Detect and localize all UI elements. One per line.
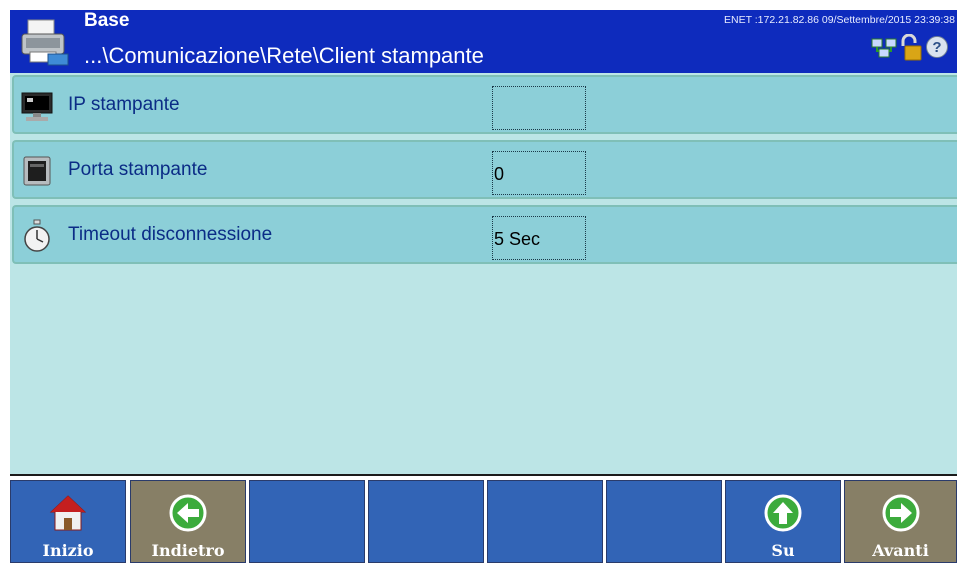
printer-port-field[interactable]: 0 xyxy=(492,151,586,195)
breadcrumb: ...\Comunicazione\Rete\Client stampante xyxy=(84,43,484,68)
printer-ip-field[interactable] xyxy=(492,86,586,130)
settings-list: IP stampante Porta stampante 0 Timeout d… xyxy=(10,73,957,474)
softkey-empty-3[interactable] xyxy=(249,480,365,563)
unlock-icon[interactable] xyxy=(899,34,923,62)
arrow-up-icon xyxy=(764,494,802,532)
softkey-empty-5[interactable] xyxy=(487,480,603,563)
status-icons: ? xyxy=(871,32,951,62)
row-label: Porta stampante xyxy=(68,159,208,180)
row-timeout[interactable]: Timeout disconnessione 5 Sec xyxy=(12,205,957,264)
port-icon xyxy=(23,156,51,186)
button-label: Su xyxy=(771,541,795,560)
button-label: Indietro xyxy=(151,541,225,560)
row-printer-ip[interactable]: IP stampante xyxy=(12,75,957,134)
page-title: Base xyxy=(84,10,130,31)
row-printer-port[interactable]: Porta stampante 0 xyxy=(12,140,957,199)
svg-text:?: ? xyxy=(932,39,941,56)
back-button[interactable]: Indietro xyxy=(130,480,246,563)
button-label: Inizio xyxy=(42,541,94,560)
header-bar: Base ...\Comunicazione\Rete\Client stamp… xyxy=(10,10,957,73)
row-label: Timeout disconnessione xyxy=(68,224,273,245)
timeout-field[interactable]: 5 Sec xyxy=(492,216,586,260)
next-button[interactable]: Avanti xyxy=(844,480,957,563)
status-text: ENET :172.21.82.86 09/Settembre/2015 23:… xyxy=(724,14,955,26)
help-icon[interactable]: ? xyxy=(925,35,949,59)
arrow-left-icon xyxy=(169,494,207,532)
row-label: IP stampante xyxy=(68,94,180,115)
softkey-bar: Inizio Indietro Su Avanti xyxy=(10,474,957,563)
network-icon xyxy=(871,38,897,58)
arrow-right-icon xyxy=(882,494,919,532)
softkey-empty-4[interactable] xyxy=(368,480,484,563)
monitor-icon xyxy=(21,92,53,121)
home-icon xyxy=(49,495,87,531)
button-label: Avanti xyxy=(872,541,929,560)
printer-icon xyxy=(21,19,69,66)
stopwatch-icon xyxy=(24,219,50,252)
home-button[interactable]: Inizio xyxy=(10,480,126,563)
up-button[interactable]: Su xyxy=(725,480,841,563)
softkey-empty-6[interactable] xyxy=(606,480,722,563)
